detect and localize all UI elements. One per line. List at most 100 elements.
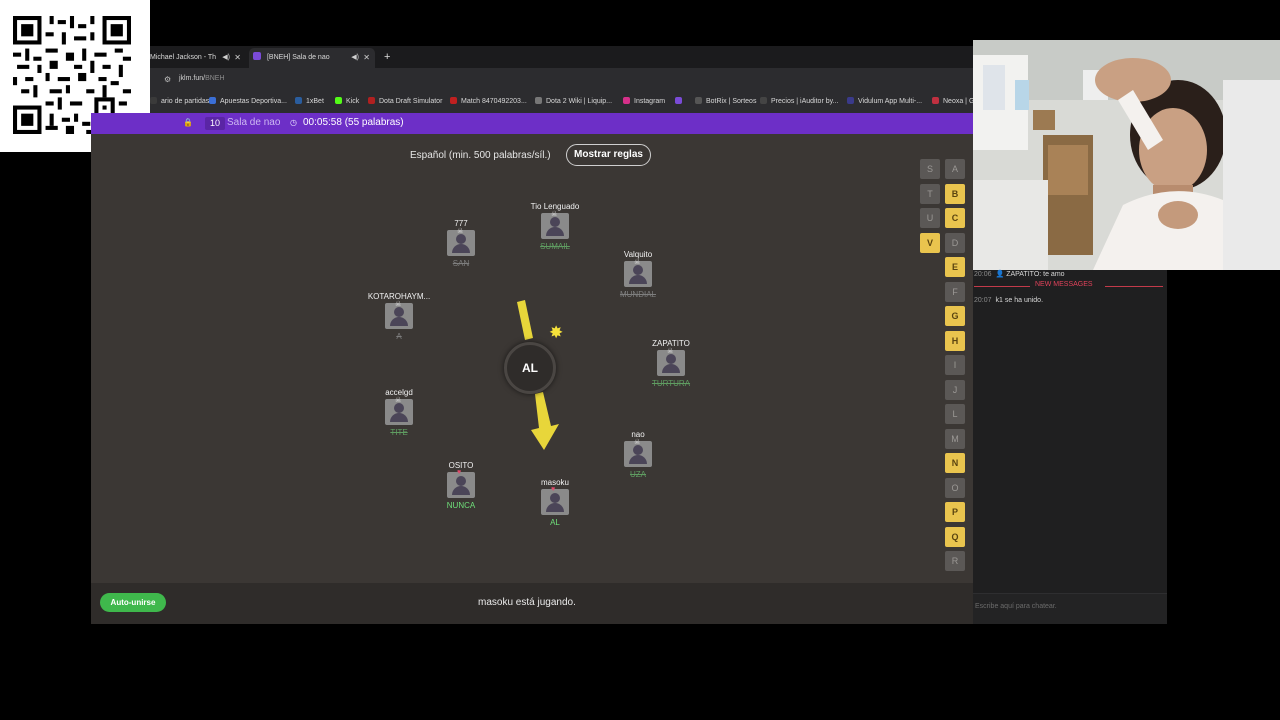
bookmark-favicon-icon xyxy=(209,97,216,104)
player-seat[interactable]: nao ☠ UZA xyxy=(593,430,683,480)
bookmark-item[interactable]: Vidulum App Multi-... xyxy=(847,97,922,105)
bookmark-favicon-icon xyxy=(623,97,630,104)
bookmark-favicon-icon xyxy=(535,97,542,104)
jklm-favicon-icon xyxy=(253,52,261,60)
chat-text: k1 se ha unido. xyxy=(995,297,1044,304)
bookmark-item[interactable]: ario de partidas... xyxy=(150,97,215,105)
speaker-icon[interactable]: ◀) xyxy=(222,48,230,68)
browser-tab-active[interactable]: [BNEH] Sala de nao ◀) ✕ xyxy=(249,48,375,68)
url-path: BNEH xyxy=(205,75,225,82)
player-last-word: UZA xyxy=(630,470,646,479)
bonus-letter: S xyxy=(920,159,940,179)
bonus-letter: Q xyxy=(945,526,965,547)
chat-timestamp: 20:07 xyxy=(974,297,992,304)
webcam-image xyxy=(973,40,1280,270)
url-domain: jklm.fun/ xyxy=(179,75,206,82)
new-messages-label: NEW MESSAGES xyxy=(1035,281,1093,288)
bookmark-label: Vidulum App Multi-... xyxy=(858,98,923,105)
player-seat[interactable]: accelgd ☠ TITE xyxy=(354,388,444,438)
player-seat[interactable]: masoku ♥ AL xyxy=(510,478,600,528)
bonus-letter: E xyxy=(945,257,965,277)
bonus-letter: P xyxy=(945,502,965,522)
tab-title: [BNEH] Sala de nao xyxy=(266,54,330,61)
bonus-letter: F xyxy=(945,281,965,302)
player-last-word: AL xyxy=(550,518,560,527)
bookmark-label: Apuestas Deportiva... xyxy=(220,98,287,105)
chat-placeholder: Escribe aquí para chatear. xyxy=(975,603,1057,610)
speaker-icon[interactable]: ◀) xyxy=(351,48,359,68)
skull-icon: ☠ xyxy=(667,348,674,355)
player-seat[interactable]: ZAPATITO ☠ TURTURA xyxy=(626,339,716,389)
bonus-letter: C xyxy=(945,208,965,228)
player-last-word: MUNDIAL xyxy=(619,290,656,299)
game-area: 🔒 10 Sala de nao ◷ 00:05:58 (55 palabras… xyxy=(91,113,973,624)
room-header: 🔒 10 Sala de nao ◷ 00:05:58 (55 palabras… xyxy=(91,113,973,134)
bookmark-item[interactable]: BotRix | Sorteos xyxy=(695,97,756,105)
bonus-letter: J xyxy=(945,379,965,400)
language-rule: Español (min. 500 palabras/síl.) xyxy=(410,150,551,161)
bookmark-label: Match 8470492203... xyxy=(461,98,527,105)
bonus-letter: U xyxy=(920,208,940,228)
bookmark-item[interactable] xyxy=(675,97,686,105)
divider-line xyxy=(1105,286,1163,287)
player-last-word: NUNCA xyxy=(446,501,476,510)
chat-input[interactable]: Escribe aquí para chatear. xyxy=(973,593,1167,624)
bookmark-favicon-icon xyxy=(368,97,375,104)
bonus-letter: O xyxy=(945,477,965,498)
skull-icon: ☠ xyxy=(634,439,641,446)
player-seat[interactable]: KOTAROHAYM... ☠ A xyxy=(354,292,444,342)
bookmark-favicon-icon xyxy=(847,97,854,104)
address-bar[interactable]: ⚙ jklm.fun/BNEH xyxy=(150,68,973,92)
player-seat[interactable]: Valquito ☠ MUNDIAL xyxy=(593,250,683,300)
bookmark-label: 1xBet xyxy=(306,98,324,105)
bookmark-item[interactable]: Precios | iAuditor by... xyxy=(760,97,838,105)
lock-icon[interactable]: 🔒 xyxy=(183,118,193,127)
bookmark-label: Instagram xyxy=(634,98,666,105)
skull-icon: ☠ xyxy=(634,259,641,266)
url-text[interactable]: jklm.fun/BNEH xyxy=(179,75,225,82)
site-settings-icon[interactable]: ⚙ xyxy=(164,75,171,84)
bookmark-item[interactable]: Neoxa | G xyxy=(932,97,973,105)
bookmark-item[interactable]: Apuestas Deportiva... xyxy=(209,97,287,105)
heart-icon: ♥ xyxy=(551,486,556,493)
bonus-letter: I xyxy=(945,355,965,375)
bookmark-label: Neoxa | G xyxy=(943,98,973,105)
bookmark-favicon-icon xyxy=(150,97,157,104)
bookmark-favicon-icon xyxy=(760,97,767,104)
new-tab-button[interactable]: + xyxy=(384,48,390,66)
player-last-word: TURTURA xyxy=(651,379,691,388)
auto-join-button[interactable]: Auto-unirse xyxy=(100,593,166,612)
clock-icon: ◷ xyxy=(290,118,297,127)
close-tab-icon[interactable]: ✕ xyxy=(234,48,241,68)
player-seat[interactable]: 777 ☠ SAN xyxy=(416,219,506,269)
skull-icon: ☠ xyxy=(395,301,402,308)
chat-timestamp: 20:06 xyxy=(974,271,992,278)
browser-tab[interactable]: Michael Jackson - Th ◀) ✕ xyxy=(150,48,246,68)
bookmark-favicon-icon xyxy=(695,97,702,104)
new-messages-divider: NEW MESSAGES xyxy=(973,281,1167,291)
bookmark-item[interactable]: Dota 2 Wiki | Liquip... xyxy=(535,97,612,105)
room-timer: 00:05:58 (55 palabras) xyxy=(303,117,404,128)
tab-title: Michael Jackson - Th xyxy=(150,54,217,61)
bookmark-item[interactable]: Dota Draft Simulator xyxy=(368,97,442,105)
bookmark-item[interactable]: Instagram xyxy=(623,97,665,105)
show-rules-button[interactable]: Mostrar reglas xyxy=(566,144,651,166)
player-seat[interactable]: OSITO ♥ NUNCA xyxy=(416,461,506,511)
chat-text: ZAPATITO: te amo xyxy=(1006,271,1065,278)
bookmark-item[interactable]: 1xBet xyxy=(295,97,324,105)
player-last-word: TITE xyxy=(390,428,408,437)
bonus-letter: R xyxy=(945,551,965,571)
bookmark-item[interactable]: Kick xyxy=(335,97,359,105)
skull-icon: ☠ xyxy=(551,211,558,218)
bonus-letter: V xyxy=(920,232,940,253)
bookmark-favicon-icon xyxy=(295,97,302,104)
bonus-letter: N xyxy=(945,453,965,473)
status-text: masoku está jugando. xyxy=(478,597,576,608)
heart-icon: ♥ xyxy=(457,469,462,476)
bonus-letter: A xyxy=(945,159,965,179)
bookmark-favicon-icon xyxy=(932,97,939,104)
chat-panel: 20:06 👤 ZAPATITO: te amo NEW MESSAGES 20:… xyxy=(973,270,1167,624)
player-seat[interactable]: Tio Lenguado ☠ SUMAIL xyxy=(510,202,600,252)
close-tab-icon[interactable]: ✕ xyxy=(363,48,370,68)
bookmark-item[interactable]: Match 8470492203... xyxy=(450,97,527,105)
